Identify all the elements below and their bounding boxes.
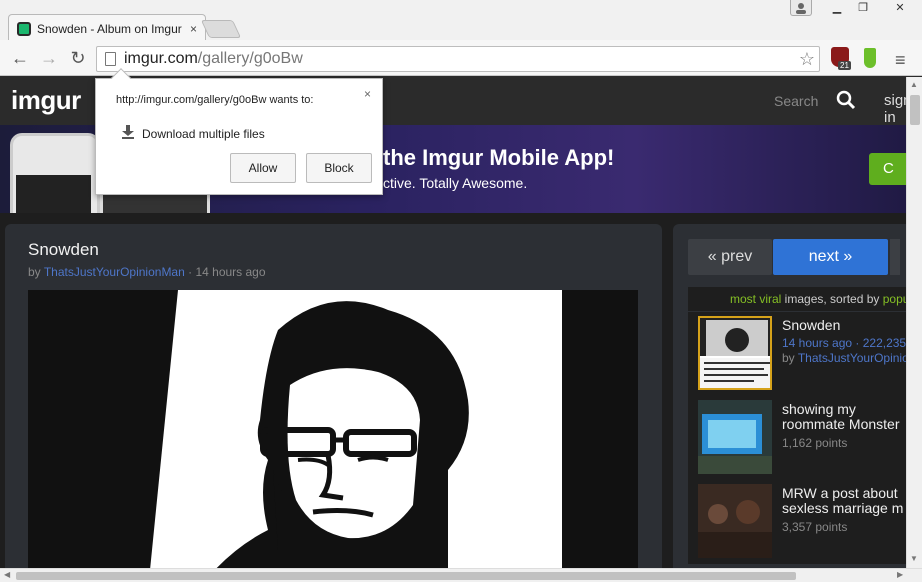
search-label[interactable]: Search xyxy=(774,93,818,109)
scroll-right-icon[interactable]: ▶ xyxy=(897,570,903,579)
browser-titlebar: Snowden - Album on Imgur × ▁ ❐ ✕ xyxy=(0,0,922,42)
phone-screen-image xyxy=(16,175,91,213)
browser-tab[interactable]: Snowden - Album on Imgur × xyxy=(8,14,206,42)
horizontal-scroll-thumb[interactable] xyxy=(16,572,796,580)
scroll-up-icon[interactable]: ▲ xyxy=(910,80,918,89)
scroll-left-icon[interactable]: ◀ xyxy=(4,570,10,579)
address-bar[interactable]: imgur.com/gallery/g0oBw ☆ xyxy=(96,46,820,72)
sort-option[interactable]: popularity xyxy=(883,292,906,306)
reload-icon[interactable]: ↻ xyxy=(67,48,89,68)
new-tab-button[interactable] xyxy=(200,20,242,38)
close-window-button[interactable]: ✕ xyxy=(888,0,912,16)
list-item-title[interactable]: MRW a post about sexless marriage m xyxy=(782,486,906,517)
next-button[interactable]: next » xyxy=(773,239,888,275)
allow-button[interactable]: Allow xyxy=(230,153,296,183)
browser-toolbar: ← → ↻ imgur.com/gallery/g0oBw ☆ xyxy=(0,40,922,76)
banner-cta-button[interactable]: C xyxy=(869,153,906,185)
star-icon[interactable]: ☆ xyxy=(799,49,815,70)
minimize-button[interactable]: ▁ xyxy=(826,0,848,16)
list-item[interactable]: MRW a post about sexless marriage m 3,35… xyxy=(688,480,906,564)
permission-text: Download multiple files xyxy=(142,127,265,141)
list-item-points: 3,357 points xyxy=(782,520,848,534)
list-item-title[interactable]: Snowden xyxy=(782,318,906,333)
post-image[interactable] xyxy=(28,290,638,568)
page-icon xyxy=(105,52,116,66)
list-item-subtitle: 14 hours ago · 222,235 xyxy=(782,336,906,350)
url-text[interactable]: imgur.com/gallery/g0oBw xyxy=(124,50,303,68)
banner-title: the Imgur Mobile App! xyxy=(383,145,615,170)
maximize-button[interactable]: ❐ xyxy=(852,0,874,16)
user-profile-icon[interactable] xyxy=(790,0,812,16)
back-icon[interactable]: ← xyxy=(9,48,31,68)
vertical-scrollbar[interactable]: ▲ ▼ xyxy=(906,77,922,568)
menu-icon[interactable]: ≡ xyxy=(895,50,906,71)
block-button[interactable]: Block xyxy=(306,153,372,183)
forward-icon[interactable]: → xyxy=(38,48,60,68)
list-item-author: by ThatsJustYourOpinionMan xyxy=(782,351,906,365)
popup-close-icon[interactable]: × xyxy=(364,87,371,101)
list-item-title[interactable]: showing my roommate Monster Musume xyxy=(782,402,906,433)
post-panel: Snowden by ThatsJustYourOpinionMan · 14 … xyxy=(5,224,662,568)
ublock-badge: 21 xyxy=(838,61,851,70)
list-item[interactable]: showing my roommate Monster Musume 1,162… xyxy=(688,396,906,480)
list-item[interactable]: Snowden 14 hours ago · 222,235 by ThatsJ… xyxy=(688,312,906,396)
signin-link[interactable]: sign in xyxy=(884,92,906,126)
sort-description: most viral images, sorted by popularity xyxy=(688,287,906,311)
thumbnail-image[interactable] xyxy=(698,316,772,390)
horizontal-scrollbar[interactable]: ◀ ▶ xyxy=(0,568,922,582)
post-meta: by ThatsJustYourOpinionMan · 14 hours ag… xyxy=(28,265,266,279)
download-permission-popup: http://imgur.com/gallery/g0oBw wants to:… xyxy=(95,68,383,195)
list-item-author-link[interactable]: ThatsJustYourOpinionMan xyxy=(798,351,906,365)
thumbnail-image[interactable] xyxy=(698,484,772,558)
viral-sidebar: « prev next » most viral images, sorted … xyxy=(673,224,906,568)
vertical-scroll-thumb[interactable] xyxy=(910,95,920,125)
tab-close-button[interactable]: × xyxy=(190,22,197,36)
thumbnail-image[interactable] xyxy=(698,400,772,474)
popup-message: http://imgur.com/gallery/g0oBw wants to: xyxy=(116,94,314,106)
post-author-link[interactable]: ThatsJustYourOpinionMan xyxy=(44,265,185,279)
search-icon[interactable] xyxy=(836,90,856,110)
tab-title: Snowden - Album on Imgur xyxy=(37,21,182,36)
prev-button[interactable]: « prev xyxy=(688,239,772,275)
imgur-logo[interactable]: imgur xyxy=(11,85,81,116)
extension-icon[interactable] xyxy=(864,48,876,68)
viral-list: Snowden 14 hours ago · 222,235 by ThatsJ… xyxy=(688,312,906,564)
banner-subtitle: ctive. Totally Awesome. xyxy=(383,175,528,191)
download-icon xyxy=(122,125,134,139)
scroll-down-icon[interactable]: ▼ xyxy=(910,554,918,563)
list-item-points: 1,162 points xyxy=(782,436,848,450)
imgur-favicon-icon xyxy=(17,21,31,36)
sidebar-edge xyxy=(890,239,900,275)
post-title: Snowden xyxy=(28,240,99,259)
sort-highlight[interactable]: most viral xyxy=(730,292,781,306)
